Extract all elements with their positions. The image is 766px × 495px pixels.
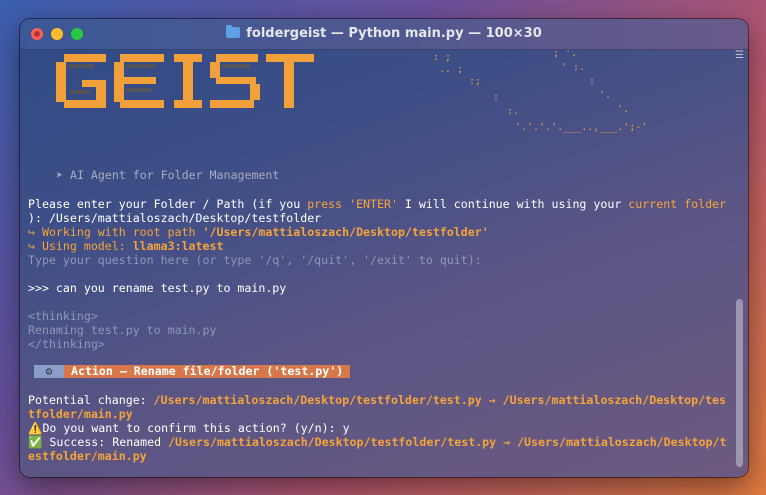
potential-prefix: Potential change: [28,393,154,407]
potential-path-2: tfolder/main.py [28,407,133,421]
thinking-close: </thinking> [28,337,105,351]
checkmark-icon: ✅ [28,435,43,449]
model-name: llama3:latest [132,239,224,253]
gear-icon: ⚙ [34,365,64,378]
svg-text::;: :; [469,76,481,87]
svg-text:'.: '. [617,104,629,115]
model-line: ↪ Using model: llama3:latest [28,239,223,253]
confirm-line: ⚠️Do you want to confirm this action? (y… [28,421,350,435]
user-query: >>> can you rename test.py to main.py [28,281,287,295]
prompt-text-enter: press 'ENTER' [307,197,398,211]
thinking-open: <thinking> [28,309,98,323]
window-title: foldergeist — Python main.py — 100×30 [20,25,748,41]
terminal-content[interactable]: : ; ; '. .. ; ' :. :; : : '. :. '. '.'.'… [28,50,732,477]
model-prefix: ↪ Using model: [28,239,133,253]
svg-text:'.: '. [599,90,611,101]
success-path-2: estfolder/main.py [28,449,147,463]
svg-text::: : [493,92,499,103]
folder-prompt-line: Please enter your Folder / Path (if you … [28,197,726,211]
scrollbar-thumb[interactable] [736,299,743,467]
svg-text:; '.: ; '. [553,50,577,59]
svg-text::: : [589,76,595,87]
action-label: Action – Rename file/folder ('test.py') [64,364,344,378]
scrollbar-menu-icon[interactable]: ☰ [735,51,744,61]
terminal-window: foldergeist — Python main.py — 100×30: … [20,19,748,477]
svg-text:.. ;: .. ; [439,64,463,75]
geist-logo [56,54,314,108]
prompt-text-a: Please enter your Folder / Path (if you [28,197,308,211]
confirm-text: Do you want to confirm this action? (y/n… [42,421,350,435]
banner-subtitle: ➤ AI Agent for Folder Management [56,168,280,182]
prompt-text-c: I will continue with using your [397,197,629,211]
working-path-line: ↪ Working with root path '/Users/mattial… [28,225,489,239]
window-title-text: foldergeist — Python main.py — 100×30 [246,26,542,41]
action-banner: ⚙ Action – Rename file/folder ('test.py'… [34,365,350,378]
title-bar: foldergeist — Python main.py — 100×30 [20,19,748,50]
warning-icon: ⚠️ [28,421,43,435]
success-path-1: /Users/mattialoszach/Desktop/testfolder/… [168,435,727,449]
svg-text::.: :. [507,106,519,117]
folder-icon [226,25,241,38]
folder-input-line: ): /Users/mattialoszach/Desktop/testfold… [28,211,322,225]
svg-text:: ;: : ; [433,52,451,63]
potential-change-line: Potential change: /Users/mattialoszach/D… [28,393,726,407]
potential-path-1: /Users/mattialoszach/Desktop/testfolder/… [153,393,727,407]
ascii-ghost-art: : ; ; '. .. ; ' :. :; : : '. :. '. '.'.'… [433,50,647,133]
working-path: '/Users/mattialoszach/Desktop/testfolder… [202,225,489,239]
working-prefix: ↪ Working with root path [28,225,203,239]
prompt-text-current-folder: current folder [628,197,727,211]
thinking-body: Renaming test.py to main.py [28,323,217,337]
question-hint: Type your question here (or type '/q', '… [28,253,482,267]
success-line: ✅ Success: Renamed /Users/mattialoszach/… [28,435,726,449]
scrollbar[interactable]: ☰ [735,51,744,473]
svg-text:'.'.'.'.___..,___.';-': '.'.'.'.___..,___.';-' [515,122,647,133]
svg-text:' :.: ' :. [561,62,585,73]
success-prefix: Success: Renamed [42,435,169,449]
